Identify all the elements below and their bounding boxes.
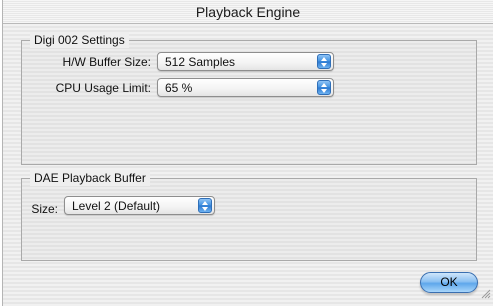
ok-button[interactable]: OK xyxy=(420,272,478,293)
hw-buffer-size-label: H/W Buffer Size: xyxy=(62,55,151,69)
size-popup[interactable]: Level 2 (Default) xyxy=(64,196,215,215)
hw-buffer-size-value: 512 Samples xyxy=(165,55,236,69)
up-down-arrows-icon xyxy=(317,54,331,69)
dae-playback-buffer-group: DAE Playback Buffer Size: Level 2 (Defau… xyxy=(21,170,477,261)
cpu-usage-limit-popup[interactable]: 65 % xyxy=(157,78,334,97)
size-value: Level 2 (Default) xyxy=(72,199,161,213)
cpu-usage-limit-label: CPU Usage Limit: xyxy=(55,81,151,95)
playback-engine-window: Playback Engine Digi 002 Settings H/W Bu… xyxy=(2,0,493,306)
size-label: Size: xyxy=(31,202,58,216)
cpu-usage-limit-value: 65 % xyxy=(165,81,193,95)
up-down-arrows-icon xyxy=(198,198,212,213)
title-bar[interactable]: Playback Engine xyxy=(3,0,493,24)
window-title: Playback Engine xyxy=(195,4,301,20)
up-down-arrows-icon xyxy=(317,80,331,95)
dae-playback-buffer-label: DAE Playback Buffer xyxy=(30,170,150,186)
resize-grip-icon[interactable] xyxy=(480,286,491,304)
digi-002-settings-label: Digi 002 Settings xyxy=(30,32,129,48)
hw-buffer-size-popup[interactable]: 512 Samples xyxy=(157,52,334,71)
digi-002-settings-group: Digi 002 Settings H/W Buffer Size: 512 S… xyxy=(21,32,477,165)
